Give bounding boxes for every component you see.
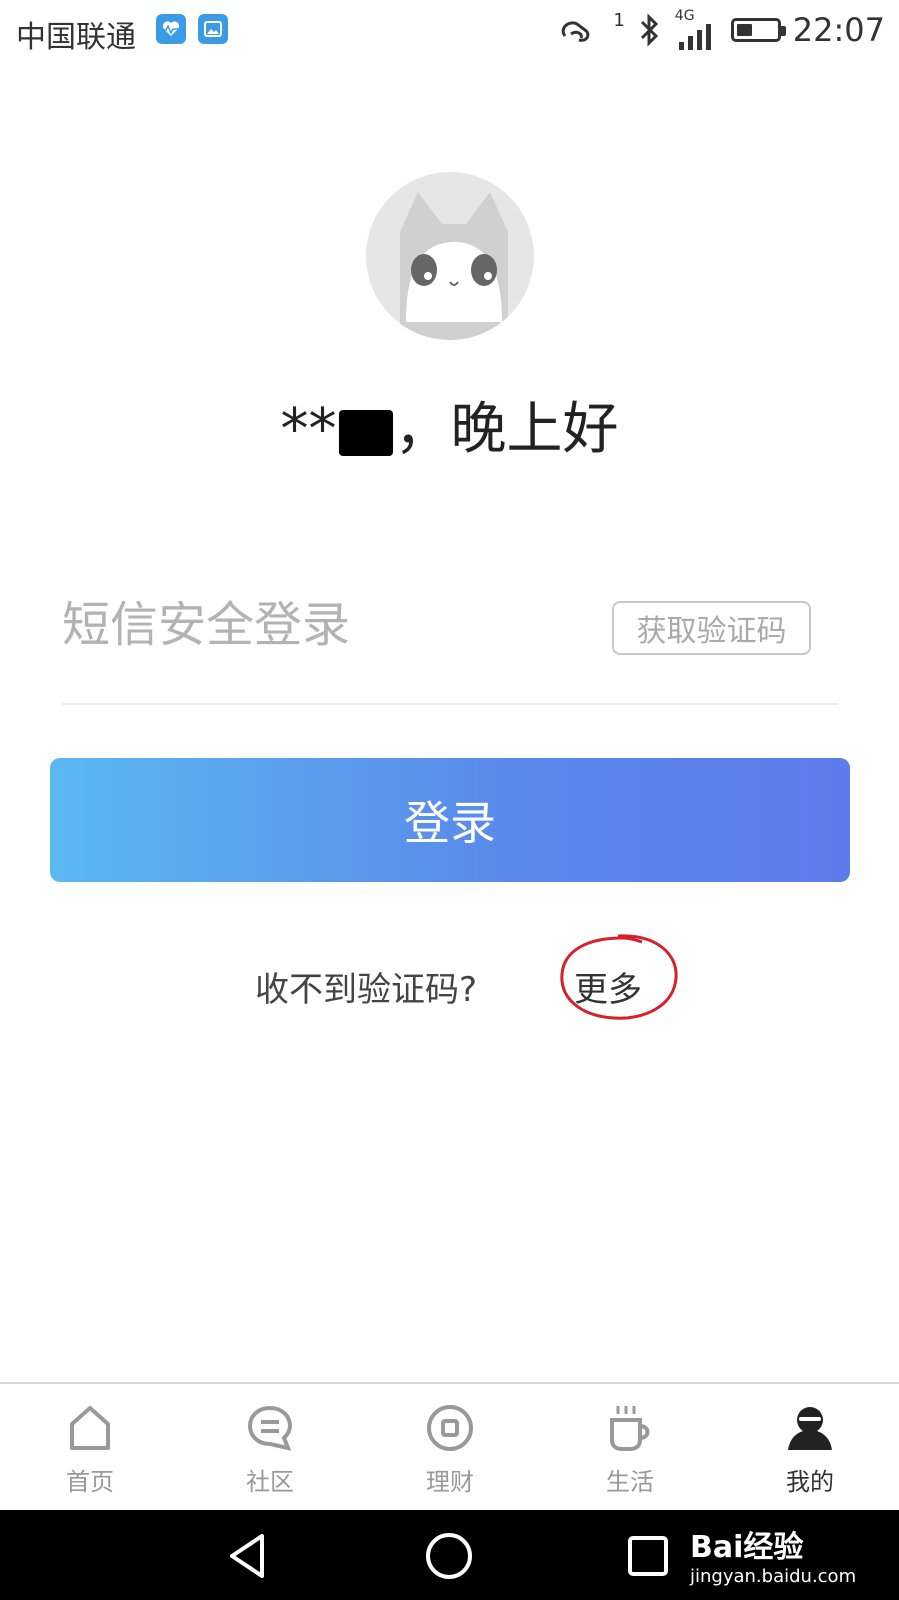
tab-finance[interactable]: 理财 bbox=[390, 1402, 510, 1497]
system-nav-bar: Bai经验 jingyan.baidu.com bbox=[0, 1510, 899, 1600]
tab-community[interactable]: 社区 bbox=[210, 1402, 330, 1497]
tab-mine[interactable]: 我的 bbox=[750, 1402, 870, 1497]
home-circle-icon bbox=[426, 1533, 472, 1579]
network-type: 4G bbox=[674, 8, 695, 24]
back-button[interactable] bbox=[222, 1528, 278, 1584]
tab-label: 首页 bbox=[66, 1468, 114, 1496]
finance-icon bbox=[427, 1405, 473, 1451]
battery-icon bbox=[730, 18, 786, 42]
tab-label: 理财 bbox=[426, 1468, 474, 1496]
input-divider bbox=[62, 703, 838, 705]
annotation-circle bbox=[560, 934, 678, 1020]
watermark-url: jingyan.baidu.com bbox=[690, 1566, 857, 1587]
recents-square-icon bbox=[628, 1536, 668, 1576]
login-button[interactable]: 登录 bbox=[50, 758, 850, 882]
user-icon bbox=[788, 1407, 832, 1450]
tab-label: 生活 bbox=[606, 1468, 654, 1496]
cup-icon bbox=[610, 1406, 650, 1451]
status-bar: 中国联通 1 4G 22:07 bbox=[0, 0, 899, 60]
greeting-suffix: ，晚上好 bbox=[394, 397, 619, 462]
watermark-brand: Bai经验 bbox=[690, 1530, 804, 1565]
home-nav-button[interactable] bbox=[421, 1528, 477, 1584]
home-icon bbox=[70, 1406, 110, 1450]
redacted-name bbox=[338, 409, 393, 456]
greeting-prefix: ** bbox=[280, 397, 337, 462]
signal-icon: 4G bbox=[675, 8, 719, 52]
status-indicators: 1 4G 22:07 bbox=[557, 8, 885, 52]
avatar[interactable] bbox=[366, 172, 534, 340]
clock: 22:07 bbox=[792, 11, 885, 49]
back-triangle-icon bbox=[230, 1534, 264, 1578]
tab-home[interactable]: 首页 bbox=[30, 1402, 150, 1497]
sms-login-input[interactable] bbox=[62, 590, 602, 660]
sim-index: 1 bbox=[613, 9, 625, 31]
recents-button[interactable] bbox=[620, 1528, 676, 1584]
carrier-name: 中国联通 bbox=[16, 20, 136, 55]
tab-label: 社区 bbox=[246, 1468, 294, 1496]
greeting-text: ** ，晚上好 bbox=[0, 384, 899, 465]
cat-avatar-icon bbox=[400, 192, 508, 340]
sync-icon bbox=[562, 21, 590, 42]
baidu-jingyan-watermark: Bai经验 jingyan.baidu.com bbox=[690, 1522, 856, 1587]
no-code-text: 收不到验证码? bbox=[255, 970, 478, 1010]
chat-icon bbox=[247, 1405, 293, 1451]
gallery-app-icon bbox=[198, 14, 228, 44]
health-app-icon bbox=[156, 14, 186, 44]
tab-label: 我的 bbox=[786, 1468, 834, 1496]
bottom-tab-bar: 首页 社区 理财 生活 我的 bbox=[0, 1382, 899, 1512]
bluetooth-icon bbox=[640, 13, 658, 47]
tab-life[interactable]: 生活 bbox=[570, 1402, 690, 1497]
get-code-button[interactable]: 获取验证码 bbox=[612, 601, 811, 655]
